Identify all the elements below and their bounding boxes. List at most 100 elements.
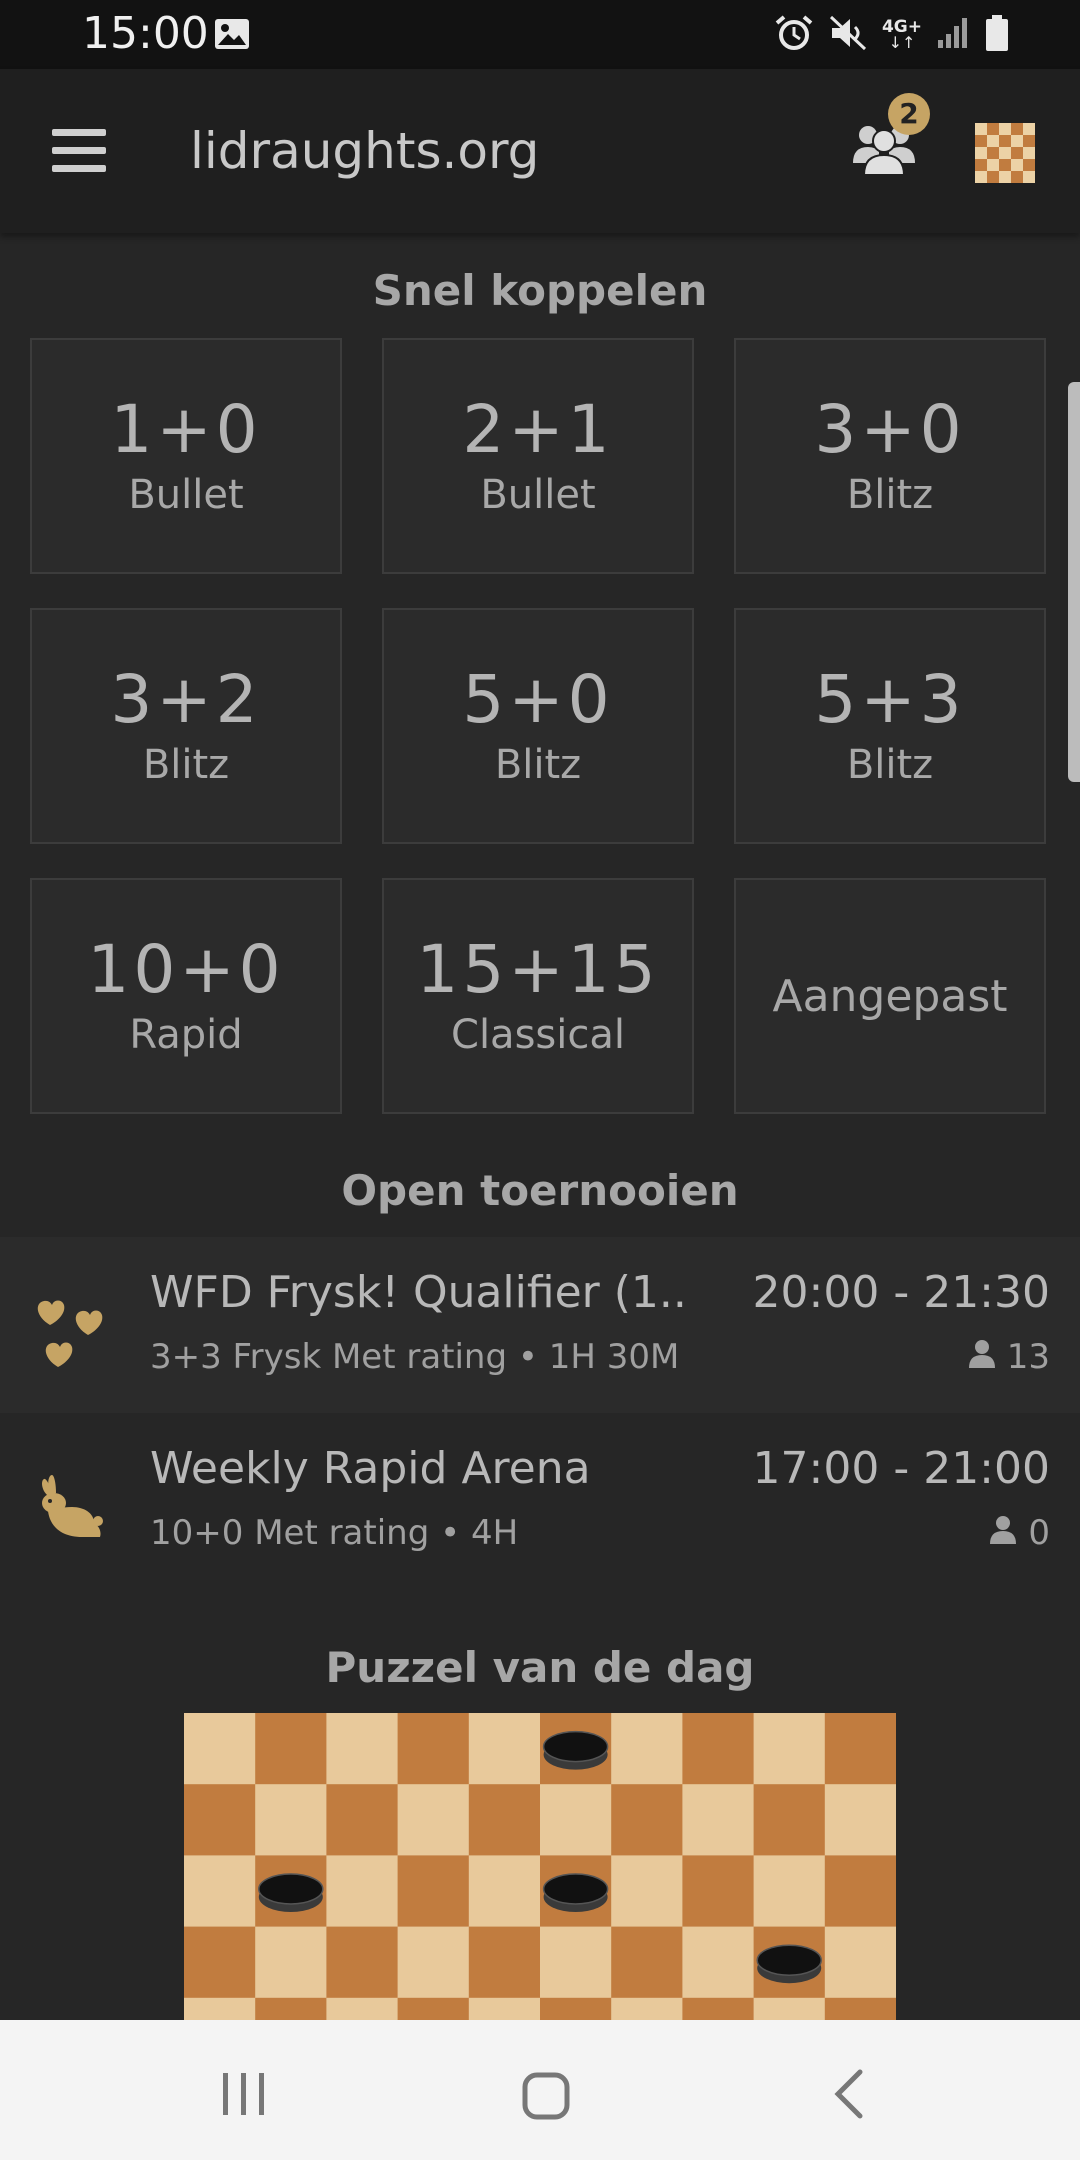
pool-tile-2-1[interactable]: 2+1 Bullet [382,338,694,574]
board-square[interactable] [824,1926,896,1999]
board-square[interactable] [611,1784,683,1856]
image-notification-icon [214,18,250,54]
tournament-row[interactable]: Weekly Rapid Arena 10+0 Met rating • 4H … [0,1413,1080,1589]
custom-game-tile[interactable]: Aangepast [734,878,1046,1114]
board-square[interactable] [824,1997,896,2020]
status-bar: 15:00 4G+ ↓↑ [0,0,1080,69]
pool-tile-5-0[interactable]: 5+0 Blitz [382,608,694,844]
tile-clock: 5+0 [462,661,614,738]
tile-perf: Blitz [846,472,934,518]
tile-clock: 10+0 [87,931,285,1008]
board-square[interactable] [397,1926,470,1999]
tournament-time: 20:00 - 21:30 [752,1267,1050,1318]
frysk-icon [32,1295,112,1375]
board-square[interactable] [255,1713,327,1785]
board-square[interactable] [611,1997,683,2020]
board-square[interactable] [397,1713,470,1785]
board-square[interactable] [255,1926,327,1999]
board-square[interactable] [397,1855,470,1928]
tile-clock: 5+3 [814,661,966,738]
black-piece[interactable] [258,1873,324,1912]
board-square[interactable] [468,1713,541,1785]
board-square[interactable] [255,1784,327,1856]
puzzle-title: Puzzel van de dag [325,1643,755,1692]
board-square[interactable] [184,1926,256,1999]
home-icon[interactable] [522,2072,570,2124]
puzzle-board[interactable] [184,1713,896,2020]
back-icon[interactable] [832,2068,866,2124]
board-square[interactable] [326,1855,399,1928]
board-square[interactable] [753,1855,826,1928]
quick-pairing-title: Snel koppelen [372,266,708,315]
board-square[interactable] [468,1997,541,2020]
board-square[interactable] [184,1784,256,1856]
pool-tile-5-3[interactable]: 5+3 Blitz [734,608,1046,844]
tournament-name: Weekly Rapid Arena [150,1443,591,1494]
tile-clock: 1+0 [110,391,262,468]
battery-icon [984,14,1010,56]
board-square[interactable] [682,1784,755,1856]
board-logo-icon[interactable] [975,123,1035,183]
board-square[interactable] [468,1926,541,1999]
board-square[interactable] [326,1926,399,1999]
board-square[interactable] [682,1713,755,1785]
status-time: 15:00 [82,8,209,59]
network-type-icon: 4G+ ↓↑ [881,17,922,52]
black-piece[interactable] [542,1730,609,1770]
board-square[interactable] [326,1713,399,1785]
board-square[interactable] [468,1784,541,1856]
tile-clock: 3+0 [814,391,966,468]
tournament-row[interactable]: WFD Frysk! Qualifier (1... 3+3 Frysk Met… [0,1237,1080,1413]
signal-icon [936,16,970,54]
tile-perf: Blitz [494,742,582,788]
player-count: 0 [1028,1513,1050,1553]
black-piece[interactable] [756,1944,822,1984]
app-bar: lidraughts.org 2 [0,69,1080,233]
site-title[interactable]: lidraughts.org [190,122,539,180]
board-square[interactable] [611,1855,683,1928]
board-square[interactable] [824,1784,896,1856]
tile-perf: Bullet [480,472,596,518]
board-square[interactable] [824,1855,896,1928]
tile-perf: Rapid [129,1012,243,1058]
board-square[interactable] [540,1997,612,2020]
board-square[interactable] [184,1855,256,1928]
board-square[interactable] [753,1997,826,2020]
black-piece[interactable] [542,1873,609,1912]
board-square[interactable] [540,1784,612,1856]
tile-clock: 2+1 [462,391,614,468]
scrollbar[interactable] [1068,382,1080,782]
recent-apps-icon[interactable] [220,2071,268,2121]
tournament-players: 13 [967,1337,1050,1377]
menu-icon[interactable] [52,129,106,173]
pool-tile-3-2[interactable]: 3+2 Blitz [30,608,342,844]
board-square[interactable] [824,1713,896,1785]
board-square[interactable] [540,1926,612,1999]
board-square[interactable] [468,1855,541,1928]
board-square[interactable] [255,1997,327,2020]
tile-perf: Blitz [846,742,934,788]
pool-tile-10-0[interactable]: 10+0 Rapid [30,878,342,1114]
tile-perf: Blitz [142,742,230,788]
user-icon [988,1513,1018,1553]
pool-tile-3-0[interactable]: 3+0 Blitz [734,338,1046,574]
board-square[interactable] [682,1855,755,1928]
board-square[interactable] [397,1784,470,1856]
board-square[interactable] [326,1784,399,1856]
board-square[interactable] [682,1997,755,2020]
board-square[interactable] [753,1784,826,1856]
board-square[interactable] [326,1997,399,2020]
board-square[interactable] [611,1926,683,1999]
board-square[interactable] [397,1997,470,2020]
pool-tile-1-0[interactable]: 1+0 Bullet [30,338,342,574]
pool-tile-15-15[interactable]: 15+15 Classical [382,878,694,1114]
board-square[interactable] [611,1713,683,1785]
board-square[interactable] [753,1713,826,1785]
board-square[interactable] [184,1997,256,2020]
tournament-details: 3+3 Frysk Met rating • 1H 30M [150,1337,680,1377]
board-square[interactable] [682,1926,755,1999]
board-square[interactable] [184,1713,256,1785]
alarm-icon [774,14,814,56]
mute-icon [828,14,868,56]
puzzle-board-squares[interactable] [184,1713,896,2020]
